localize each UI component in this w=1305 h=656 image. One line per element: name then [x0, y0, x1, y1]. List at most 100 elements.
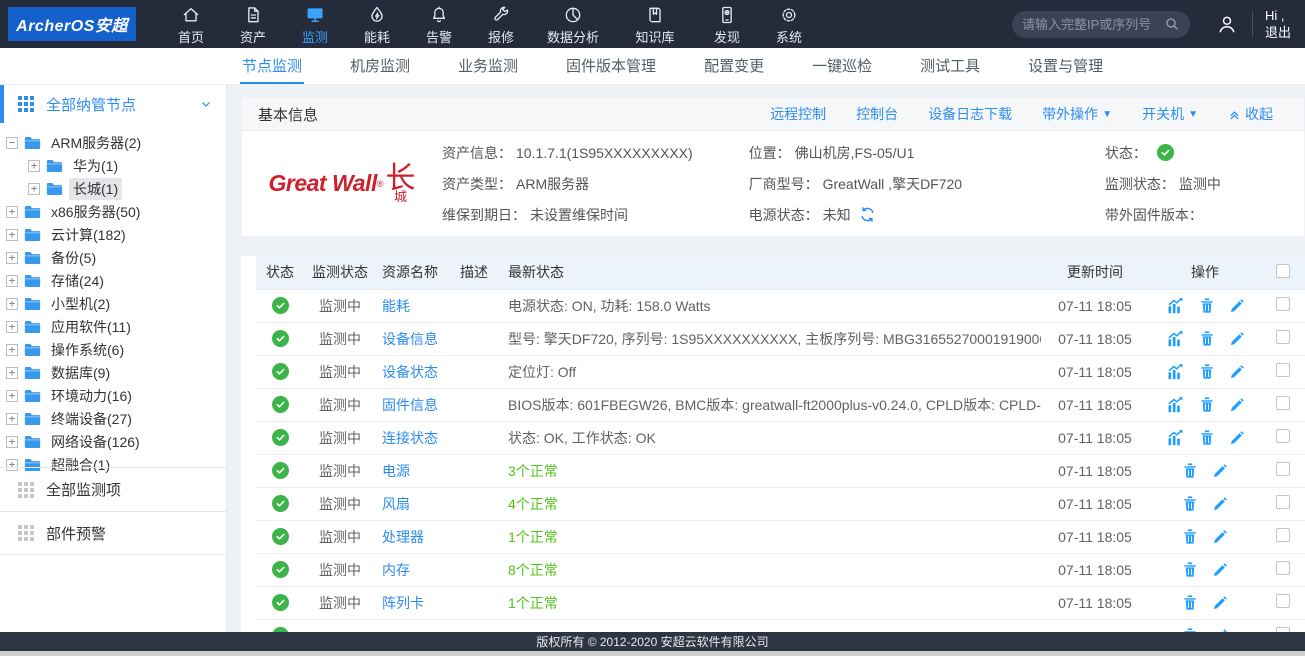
trash-icon[interactable]	[1182, 528, 1198, 545]
action-1[interactable]: 远程控制	[770, 104, 826, 124]
pencil-icon[interactable]	[1229, 331, 1245, 347]
tree-item-4[interactable]: +x86服务器(50)	[0, 200, 226, 223]
tree-item-2[interactable]: +华为(1)	[0, 154, 226, 177]
tree-item-1[interactable]: −ARM服务器(2)	[0, 131, 226, 154]
tree-item-12[interactable]: +环境动力(16)	[0, 384, 226, 407]
pencil-icon[interactable]	[1229, 298, 1245, 314]
row-checkbox[interactable]	[1276, 396, 1290, 410]
subtab-1[interactable]: 节点监测	[240, 48, 304, 84]
resource-name-link[interactable]: 连接状态	[382, 430, 438, 446]
tree-item-8[interactable]: +小型机(2)	[0, 292, 226, 315]
trash-icon[interactable]	[1182, 495, 1198, 512]
topnav-item-8[interactable]: 知识库	[614, 3, 696, 46]
row-checkbox[interactable]	[1276, 363, 1290, 377]
pencil-icon[interactable]	[1212, 595, 1228, 611]
tree-item-3[interactable]: +长城(1)	[0, 177, 226, 200]
select-all-checkbox[interactable]	[1276, 264, 1290, 278]
topnav-item-10[interactable]: 系统	[758, 3, 820, 46]
action-3[interactable]: 设备日志下载	[928, 104, 1012, 124]
pencil-icon[interactable]	[1229, 397, 1245, 413]
pencil-icon[interactable]	[1212, 496, 1228, 512]
expand-node-icon[interactable]: +	[6, 390, 18, 402]
chart-icon[interactable]	[1166, 363, 1185, 380]
expand-node-icon[interactable]: +	[6, 344, 18, 356]
topnav-item-4[interactable]: 能耗	[346, 3, 408, 46]
row-checkbox[interactable]	[1276, 528, 1290, 542]
resource-name-link[interactable]: 设备状态	[382, 364, 438, 380]
row-checkbox[interactable]	[1276, 561, 1290, 575]
trash-icon[interactable]	[1199, 363, 1215, 380]
tree-item-13[interactable]: +终端设备(27)	[0, 407, 226, 430]
resource-name-link[interactable]: 内存	[382, 562, 410, 578]
trash-icon[interactable]	[1199, 297, 1215, 314]
chart-icon[interactable]	[1166, 396, 1185, 413]
collapse-node-icon[interactable]: −	[6, 137, 18, 149]
chart-icon[interactable]	[1166, 429, 1185, 446]
topnav-item-9[interactable]: 发现	[696, 3, 758, 46]
topnav-item-6[interactable]: 报修	[470, 3, 532, 46]
pencil-icon[interactable]	[1229, 364, 1245, 380]
resource-name-link[interactable]: 阵列卡	[382, 595, 424, 611]
tree-item-6[interactable]: +备份(5)	[0, 246, 226, 269]
resource-name-link[interactable]: 设备信息	[382, 331, 438, 347]
pencil-icon[interactable]	[1229, 430, 1245, 446]
resource-name-link[interactable]: 能耗	[382, 298, 410, 314]
chevron-down-icon[interactable]	[200, 98, 212, 110]
tree-item-11[interactable]: +数据库(9)	[0, 361, 226, 384]
resource-name-link[interactable]: 电源	[382, 463, 410, 479]
sidebar-section-1[interactable]: 全部监测项	[0, 467, 226, 511]
trash-icon[interactable]	[1182, 561, 1198, 578]
subtab-2[interactable]: 机房监测	[348, 48, 412, 84]
archeros-logo[interactable]: ArcherOS安超	[8, 7, 136, 41]
pencil-icon[interactable]	[1212, 463, 1228, 479]
topnav-item-1[interactable]: 首页	[160, 3, 222, 46]
expand-node-icon[interactable]: +	[6, 252, 18, 264]
topnav-item-5[interactable]: 告警	[408, 3, 470, 46]
row-checkbox[interactable]	[1276, 495, 1290, 509]
expand-node-icon[interactable]: +	[6, 298, 18, 310]
tree-item-9[interactable]: +应用软件(11)	[0, 315, 226, 338]
subtab-8[interactable]: 设置与管理	[1026, 48, 1105, 84]
expand-node-icon[interactable]: +	[6, 413, 18, 425]
trash-icon[interactable]	[1199, 396, 1215, 413]
sidebar-header-all-nodes[interactable]: 全部纳管节点	[0, 85, 226, 123]
expand-node-icon[interactable]: +	[28, 160, 40, 172]
expand-node-icon[interactable]: +	[6, 367, 18, 379]
tree-item-14[interactable]: +网络设备(126)	[0, 430, 226, 453]
topnav-item-3[interactable]: 监测	[284, 3, 346, 46]
sidebar-section-2[interactable]: 部件预警	[0, 511, 226, 555]
tree-item-5[interactable]: +云计算(182)	[0, 223, 226, 246]
refresh-icon[interactable]	[859, 206, 876, 223]
expand-node-icon[interactable]: +	[6, 436, 18, 448]
chart-icon[interactable]	[1166, 297, 1185, 314]
search-input[interactable]	[1022, 17, 1164, 32]
row-checkbox[interactable]	[1276, 297, 1290, 311]
action-5[interactable]: 开关机▼	[1142, 104, 1198, 124]
expand-node-icon[interactable]: +	[6, 321, 18, 333]
tree-item-7[interactable]: +存储(24)	[0, 269, 226, 292]
action-4[interactable]: 带外操作▼	[1042, 104, 1112, 124]
expand-node-icon[interactable]: +	[6, 206, 18, 218]
subtab-4[interactable]: 固件版本管理	[564, 48, 658, 84]
pencil-icon[interactable]	[1212, 529, 1228, 545]
row-checkbox[interactable]	[1276, 462, 1290, 476]
resource-name-link[interactable]: 固件信息	[382, 397, 438, 413]
search-icon[interactable]	[1164, 16, 1180, 32]
resource-name-link[interactable]: 处理器	[382, 529, 424, 545]
trash-icon[interactable]	[1182, 462, 1198, 479]
tree-item-10[interactable]: +操作系统(6)	[0, 338, 226, 361]
expand-node-icon[interactable]: +	[6, 275, 18, 287]
topnav-item-2[interactable]: 资产	[222, 3, 284, 46]
subtab-5[interactable]: 配置变更	[702, 48, 766, 84]
action-2[interactable]: 控制台	[856, 104, 898, 124]
user-icon[interactable]	[1216, 13, 1238, 35]
trash-icon[interactable]	[1199, 330, 1215, 347]
pencil-icon[interactable]	[1212, 562, 1228, 578]
expand-node-icon[interactable]: +	[6, 229, 18, 241]
row-checkbox[interactable]	[1276, 429, 1290, 443]
collapse-button[interactable]: 收起	[1228, 104, 1288, 124]
subtab-3[interactable]: 业务监测	[456, 48, 520, 84]
logout-link[interactable]: 退出	[1265, 24, 1305, 41]
topnav-item-7[interactable]: 数据分析	[532, 3, 614, 46]
trash-icon[interactable]	[1199, 429, 1215, 446]
